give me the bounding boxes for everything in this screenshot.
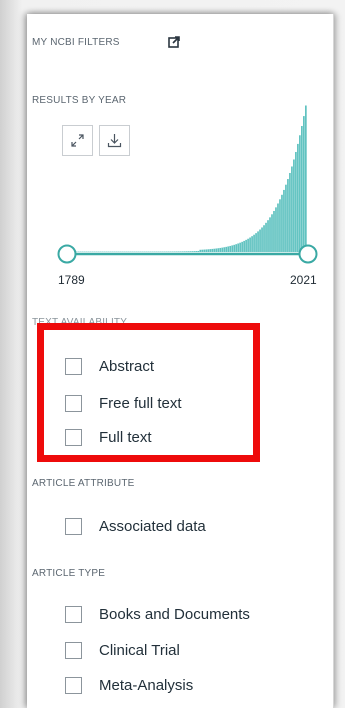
year-bar: [177, 251, 180, 252]
year-bar: [223, 247, 226, 252]
filter-label: Books and Documents: [99, 605, 250, 623]
year-bar: [219, 247, 222, 252]
year-bar: [287, 179, 289, 252]
year-bar: [233, 244, 235, 252]
year-bar: [295, 151, 297, 252]
year-bar: [201, 249, 204, 252]
year-bar: [247, 238, 249, 252]
year-bar: [261, 227, 263, 252]
range-end-handle[interactable]: [298, 244, 318, 264]
year-bar: [191, 251, 194, 252]
article-attribute-title: ARTICLE ATTRIBUTE: [32, 478, 135, 489]
year-bar: [277, 203, 279, 252]
year-bar: [293, 159, 295, 252]
year-bar: [303, 116, 305, 252]
year-bar: [213, 248, 216, 252]
year-bar: [173, 251, 176, 252]
year-bar: [297, 143, 299, 252]
year-bar: [239, 242, 241, 252]
year-bar: [273, 210, 275, 252]
year-bar: [257, 231, 259, 252]
filter-label: Clinical Trial: [99, 641, 180, 659]
range-end-year: 2021: [290, 273, 317, 287]
year-bar: [221, 247, 224, 252]
year-bar: [267, 220, 269, 252]
filter-books-and-documents[interactable]: Books and Documents: [65, 604, 250, 624]
year-bar: [189, 251, 192, 252]
year-bar: [205, 249, 208, 252]
year-bar: [225, 246, 228, 252]
year-bar: [243, 240, 245, 252]
external-link-icon[interactable]: [168, 36, 180, 48]
year-bar: [291, 166, 293, 252]
year-bar: [195, 251, 198, 252]
my-ncbi-filters-link[interactable]: MY NCBI FILTERS: [32, 37, 120, 48]
year-bar: [227, 246, 230, 252]
year-bar: [217, 248, 220, 252]
year-bar: [193, 251, 196, 252]
year-bar: [299, 135, 301, 252]
year-bar: [255, 233, 257, 252]
year-bar: [265, 222, 267, 252]
year-bar: [251, 236, 253, 252]
filter-meta-analysis[interactable]: Meta-Analysis: [65, 675, 193, 695]
year-bar: [183, 251, 186, 252]
books-and-documents-checkbox[interactable]: [65, 605, 82, 623]
year-bar: [271, 214, 273, 252]
year-bar: [237, 243, 239, 252]
year-bar: [229, 245, 232, 252]
article-type-title: ARTICLE TYPE: [32, 568, 106, 579]
year-bar: [289, 172, 291, 252]
year-bar: [235, 244, 237, 252]
year-bar: [301, 126, 303, 252]
year-bar: [179, 251, 182, 252]
results-by-year-chart[interactable]: [35, 92, 325, 267]
filter-associated-data[interactable]: Associated data: [65, 516, 206, 536]
meta-analysis-checkbox[interactable]: [65, 676, 82, 694]
year-bar: [245, 239, 247, 252]
year-bar: [249, 237, 251, 252]
year-bar: [231, 245, 234, 252]
year-bar: [185, 251, 188, 252]
year-bar: [207, 249, 210, 252]
year-bar: [275, 207, 277, 252]
year-bar: [281, 194, 283, 252]
year-bar: [175, 251, 178, 252]
year-bar: [263, 225, 265, 252]
filter-clinical-trial[interactable]: Clinical Trial: [65, 640, 180, 660]
year-bar: [241, 241, 243, 252]
year-bar: [253, 234, 255, 252]
year-bar: [203, 249, 206, 252]
year-bar: [269, 217, 271, 252]
year-bar: [285, 184, 287, 252]
highlight-box: [37, 323, 260, 462]
year-bar: [187, 251, 190, 252]
range-start-handle[interactable]: [57, 244, 77, 264]
year-bar: [215, 248, 218, 252]
associated-data-checkbox[interactable]: [65, 517, 82, 535]
year-bar: [199, 249, 202, 252]
filter-label: Meta-Analysis: [99, 676, 194, 694]
year-bar: [305, 105, 307, 252]
year-bar: [181, 251, 184, 252]
year-bar: [211, 248, 214, 252]
year-bar: [283, 189, 285, 252]
year-bar: [197, 250, 200, 252]
clinical-trial-checkbox[interactable]: [65, 641, 82, 659]
year-bar: [209, 249, 212, 252]
year-bar: [279, 199, 281, 252]
range-start-year: 1789: [58, 273, 85, 287]
year-bar: [259, 229, 261, 252]
filter-label: Associated data: [99, 517, 206, 535]
year-histogram: [68, 105, 307, 252]
